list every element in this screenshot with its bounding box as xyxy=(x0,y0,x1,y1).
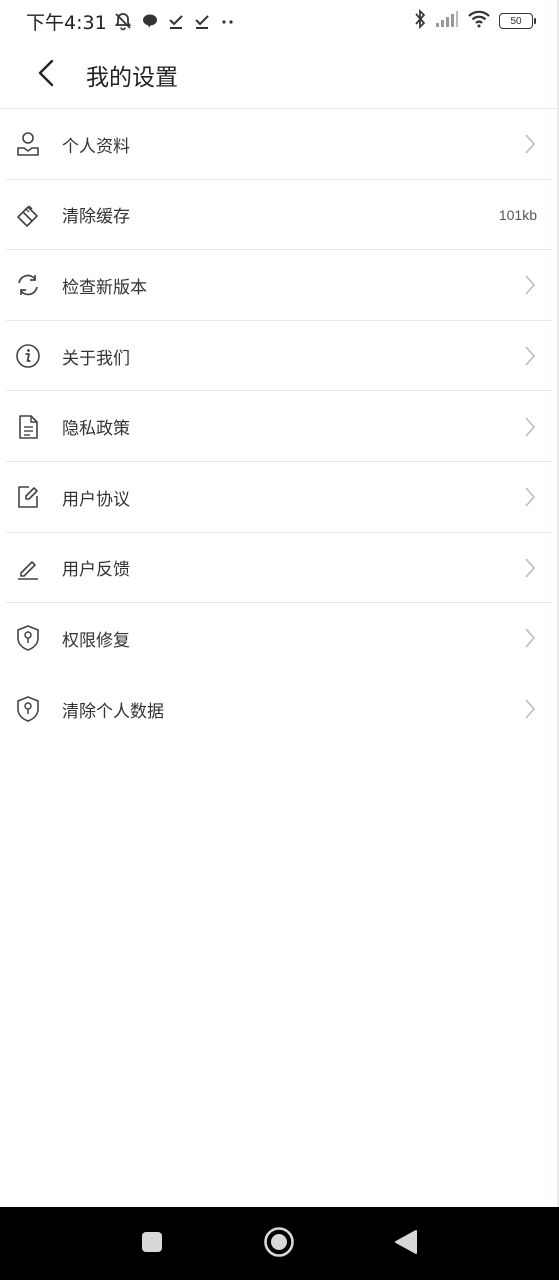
eraser-icon xyxy=(14,201,42,229)
edit-document-icon xyxy=(14,483,42,511)
settings-list: 个人资料 清除缓存 101kb 检查新版本 关于我们 隐私政策 用户协议 用户反… xyxy=(0,109,559,744)
settings-item-feedback[interactable]: 用户反馈 xyxy=(0,533,559,604)
pen-icon xyxy=(14,554,42,582)
user-profile-icon xyxy=(14,130,42,158)
back-triangle-icon xyxy=(394,1229,418,1259)
recents-square-icon xyxy=(141,1231,163,1257)
chevron-right-icon xyxy=(523,273,537,297)
chevron-right-icon xyxy=(523,415,537,439)
download-done-icon xyxy=(193,12,211,30)
battery-icon: 50 xyxy=(499,13,536,29)
status-system-icons: 50 xyxy=(413,8,536,33)
chevron-right-icon xyxy=(523,556,537,580)
settings-item-label: 隐私政策 xyxy=(62,419,130,440)
mute-bell-icon xyxy=(113,11,133,31)
document-icon xyxy=(14,413,42,441)
system-nav-bar xyxy=(0,1207,559,1280)
settings-item-label: 关于我们 xyxy=(62,348,130,369)
recents-button[interactable] xyxy=(140,1232,164,1256)
chevron-right-icon xyxy=(523,626,537,650)
settings-item-label: 检查新版本 xyxy=(62,277,147,298)
page-title: 我的设置 xyxy=(86,65,178,91)
chevron-right-icon xyxy=(523,485,537,509)
chevron-right-icon xyxy=(523,344,537,368)
settings-item-label: 个人资料 xyxy=(62,136,130,157)
settings-item-user-agreement[interactable]: 用户协议 xyxy=(0,462,559,533)
status-notification-icons xyxy=(113,11,237,31)
settings-item-about[interactable]: 关于我们 xyxy=(0,321,559,392)
settings-item-privacy[interactable]: 隐私政策 xyxy=(0,391,559,462)
settings-item-clear-cache[interactable]: 清除缓存 101kb xyxy=(0,180,559,251)
chat-bubble-icon xyxy=(141,12,159,30)
settings-item-check-update[interactable]: 检查新版本 xyxy=(0,250,559,321)
refresh-icon xyxy=(14,271,42,299)
settings-item-label: 用户协议 xyxy=(62,489,130,510)
bluetooth-icon xyxy=(413,8,427,33)
settings-item-clear-personal-data[interactable]: 清除个人数据 xyxy=(0,674,559,745)
signal-icon xyxy=(435,10,459,32)
shield-key-icon xyxy=(14,695,42,723)
back-nav-button[interactable] xyxy=(393,1229,419,1259)
info-icon xyxy=(14,342,42,370)
more-dots-icon xyxy=(219,12,237,30)
status-time: 下午4:31 xyxy=(26,11,107,34)
settings-item-label: 清除个人数据 xyxy=(62,701,164,722)
chevron-right-icon xyxy=(523,132,537,156)
settings-item-label: 权限修复 xyxy=(62,630,130,651)
home-button[interactable] xyxy=(263,1226,295,1262)
shield-key-icon xyxy=(14,624,42,652)
settings-item-profile[interactable]: 个人资料 xyxy=(0,109,559,180)
settings-item-permission-repair[interactable]: 权限修复 xyxy=(0,603,559,674)
download-done-icon xyxy=(167,12,185,30)
back-button[interactable] xyxy=(26,55,66,95)
settings-item-label: 用户反馈 xyxy=(62,560,130,581)
wifi-icon xyxy=(467,10,491,32)
home-circle-icon xyxy=(263,1226,295,1262)
chevron-right-icon xyxy=(523,697,537,721)
cache-size-value: 101kb xyxy=(498,206,537,223)
app-header: 我的设置 xyxy=(0,42,559,108)
status-bar: 下午4:31 50 xyxy=(0,0,559,42)
settings-item-label: 清除缓存 xyxy=(62,207,130,228)
chevron-left-icon xyxy=(37,59,55,91)
